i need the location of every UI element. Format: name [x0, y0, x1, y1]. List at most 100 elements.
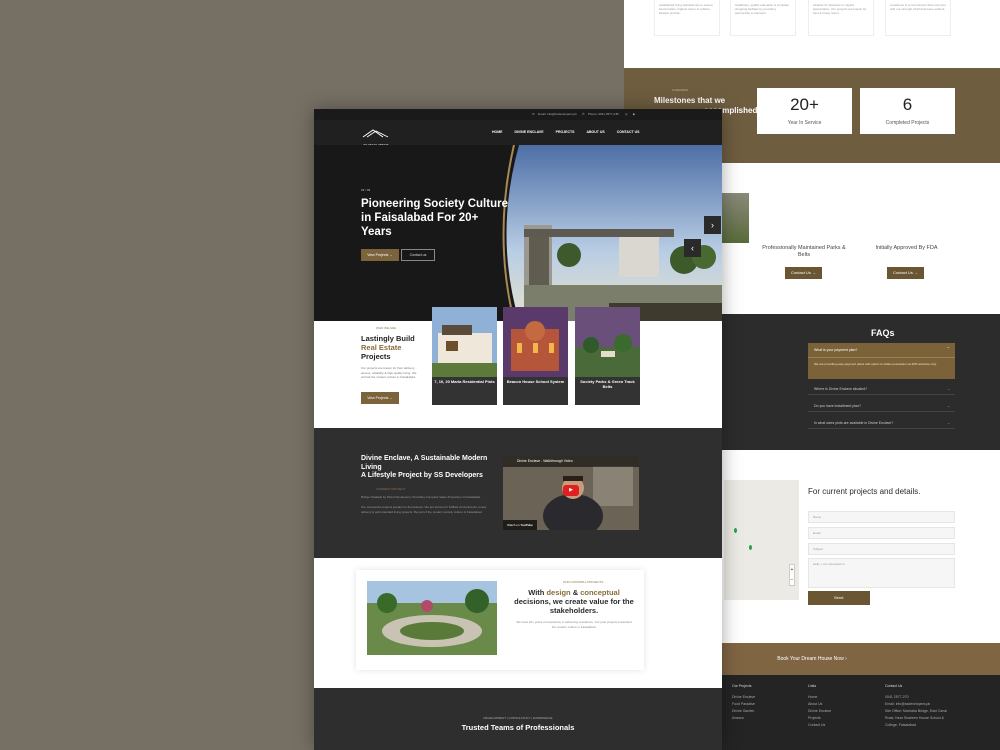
- footer-link[interactable]: Home: [808, 694, 831, 701]
- nav-item-contact-us[interactable]: CONTACT US: [611, 120, 646, 145]
- view-projects-button[interactable]: View Projects →: [361, 249, 399, 261]
- footer-contact-column: Contact Us 0041 2577-270 Email: info@ssd…: [885, 683, 949, 729]
- footer-links-column: Links Home About Us Divine Enclave Proje…: [808, 683, 831, 729]
- video-player[interactable]: Divine Enclave - Walkthrough Video ▶ Wat…: [503, 456, 639, 530]
- park-image: [367, 581, 497, 655]
- about-title-line: Projects: [361, 352, 391, 361]
- play-icon[interactable]: ▶: [563, 485, 579, 496]
- service-card: excellence is a commitment that everyone…: [885, 0, 951, 36]
- contact-us-button[interactable]: Contact Us →: [887, 267, 924, 279]
- service-card: established living standard are to ensur…: [654, 0, 720, 36]
- nav-item-projects[interactable]: PROJECTS: [550, 120, 581, 145]
- button-label: Contact Us: [893, 270, 913, 275]
- faq-item[interactable]: Where is Divine Enclave situated? ⌄: [808, 383, 955, 395]
- chevron-up-icon: ⌃: [946, 346, 950, 351]
- feature-label: Initially Approved By FDA: [875, 245, 938, 251]
- goodwill-body: We have 20+ years of experience in deliv…: [516, 620, 632, 629]
- email-icon: ✉: [532, 112, 535, 116]
- slide-counter: 01 / 03: [361, 188, 371, 192]
- footer-address: Site Office: Marhaba Bridge, East Canal …: [885, 709, 947, 727]
- milestones-title: Milestones that we: [654, 96, 726, 105]
- email-field[interactable]: Email: [808, 527, 955, 539]
- cta-label: Book Your Dream House Now: [777, 656, 844, 662]
- contact-us-button[interactable]: Contact Us →: [785, 267, 822, 279]
- faq-question: What is your payment plan?: [808, 343, 955, 358]
- project-image: [575, 307, 640, 377]
- nav-item-about-us[interactable]: ABOUT US: [580, 120, 610, 145]
- footer-projects-column: Our Projects Divine Enclave Food Paradis…: [732, 683, 755, 722]
- location-map[interactable]: + −: [724, 480, 799, 600]
- chevron-down-icon: ⌄: [947, 404, 950, 408]
- project-card-parks[interactable]: Society Parks & Green Track Belts: [575, 307, 640, 405]
- faq-item-active[interactable]: What is your payment plan? We are provid…: [808, 343, 955, 379]
- facebook-icon[interactable]: f: [616, 109, 617, 120]
- footer-link[interactable]: Contact Us: [808, 722, 831, 729]
- next-slide-arrow-icon[interactable]: ›: [704, 216, 721, 234]
- stat-value: 20+: [790, 95, 819, 114]
- stat-value: 6: [902, 95, 913, 114]
- chevron-right-icon: ›: [845, 656, 847, 662]
- goodwill-title: With design & conceptual decisions, we c…: [511, 588, 637, 615]
- faq-title: FAQs: [871, 328, 895, 338]
- nav-item-divine-enclave[interactable]: DIVINE ENCLAVE: [509, 120, 550, 145]
- nav-menu: HOME DIVINE ENCLAVE PROJECTS ABOUT US CO…: [486, 120, 645, 145]
- about-eyebrow: WHO WE ARE: [376, 326, 396, 330]
- topbar-email[interactable]: Email: info@ssdevelopers.pk: [538, 109, 577, 120]
- project-label: Beacon House School System: [506, 379, 565, 384]
- prev-slide-arrow-icon[interactable]: ‹: [684, 239, 701, 257]
- project-label: Society Parks & Green Track Belts: [580, 379, 635, 389]
- youtube-icon[interactable]: ▶: [633, 109, 635, 120]
- footer-phone: 0041 2577-270: [885, 695, 909, 699]
- faq-question: In what sizes plots are available in Div…: [814, 421, 894, 425]
- services-strip: established living standard are to ensur…: [624, 0, 1000, 40]
- trusted-teams-section: DEVELOPMENT | CONSULTANCY | EXPERIENCE T…: [314, 688, 722, 750]
- chevron-down-icon: ⌄: [947, 387, 950, 391]
- phone-icon: ✆: [582, 112, 585, 116]
- subject-field[interactable]: Subject: [808, 543, 955, 555]
- footer-link[interactable]: Divine Enclave: [808, 708, 831, 715]
- footer-link[interactable]: Avanza: [732, 715, 755, 722]
- footer-heading: Links: [808, 684, 817, 688]
- divine-body: Bridge Chakwal by Petrol Developers. Pro…: [361, 495, 481, 499]
- instagram-icon[interactable]: ◎: [625, 109, 628, 120]
- topbar-phone[interactable]: Phone: 0041 2577-270: [588, 109, 619, 120]
- divine-title-line: A Lifestyle Project by SS Developers: [361, 472, 483, 479]
- service-card: healthcare, quality education & complete…: [730, 0, 796, 36]
- message-field[interactable]: Hello, I am interested in..: [808, 558, 955, 588]
- watch-label: Watch on: [507, 523, 520, 527]
- goodwill-eyebrow: OUR GOODWILL PROJECTS: [563, 580, 604, 584]
- top-bar: ✉ Email: info@ssdevelopers.pk ✆ Phone: 0…: [314, 109, 722, 120]
- contact-us-button[interactable]: Contact us: [401, 249, 435, 261]
- button-label: Contact Us: [791, 270, 811, 275]
- footer-link[interactable]: Divine Garden: [732, 708, 755, 715]
- project-card-plots[interactable]: 7, 10, 20 Marla Residential Plots: [432, 307, 497, 405]
- faq-item[interactable]: In what sizes plots are available in Div…: [808, 417, 955, 429]
- button-label: View Projects: [367, 253, 389, 257]
- footer-link[interactable]: Food Paradise: [732, 701, 755, 708]
- milestones-eyebrow: OVERVIEW: [672, 88, 689, 92]
- send-button[interactable]: Send: [808, 591, 870, 605]
- view-projects-button[interactable]: View Projects →: [361, 392, 399, 404]
- name-field[interactable]: Name: [808, 511, 955, 523]
- footer-link[interactable]: Divine Enclave: [732, 694, 755, 701]
- divine-title: Divine Enclave, A Sustainable Modern Liv…: [361, 455, 501, 481]
- chevron-down-icon: ⌄: [947, 421, 950, 425]
- about-body: Our projects are known for their deliver…: [361, 366, 417, 379]
- project-label: 7, 10, 20 Marla Residential Plots: [434, 379, 495, 384]
- contact-title: For current projects and details.: [808, 487, 921, 496]
- goodwill-title-gold: design: [546, 588, 571, 597]
- youtube-logo: YouTube: [520, 523, 533, 527]
- divine-eyebrow: CURRENT PROJECT: [376, 487, 406, 491]
- footer-link[interactable]: About Us: [808, 701, 831, 708]
- map-zoom-control[interactable]: + −: [789, 564, 795, 586]
- nav-item-home[interactable]: HOME: [486, 120, 509, 145]
- logo-roof-icon: [362, 129, 389, 138]
- footer-link[interactable]: Projects: [808, 715, 831, 722]
- watch-on-youtube[interactable]: Watch on YouTube: [503, 520, 537, 530]
- about-title-line: Lastingly Build: [361, 334, 415, 343]
- logo[interactable]: SS DEVELOPERS: [361, 125, 391, 147]
- about-section: WHO WE ARE Lastingly Build Real Estate P…: [314, 307, 722, 428]
- project-card-school[interactable]: Beacon House School System: [503, 307, 568, 405]
- map-pin-icon: [734, 528, 737, 533]
- faq-item[interactable]: Do you have installment plan? ⌄: [808, 400, 955, 412]
